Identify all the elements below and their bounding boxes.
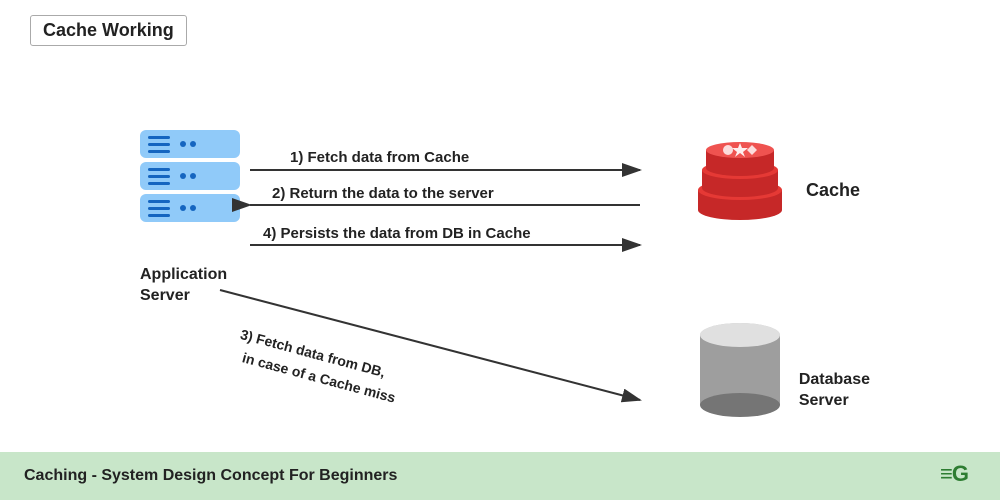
svg-text:≡G: ≡G [940, 461, 968, 486]
cache-label: Cache [806, 180, 860, 201]
cache-icon [695, 135, 785, 225]
svg-text:1) Fetch data from Cache: 1) Fetch data from Cache [290, 149, 469, 166]
db-icon [695, 315, 785, 425]
db-server-label: DatabaseServer [799, 370, 870, 412]
diagram-area: ApplicationServer Cache DatabaseServer [0, 80, 1000, 450]
svg-text:3) Fetch data from DB,: 3) Fetch data from DB, [239, 326, 387, 380]
svg-text:2) Return the data to the serv: 2) Return the data to the server [272, 185, 494, 202]
footer-text: Caching - System Design Concept For Begi… [24, 467, 397, 485]
svg-text:in case of a Cache miss: in case of a Cache miss [241, 349, 398, 405]
footer-bar: Caching - System Design Concept For Begi… [0, 452, 1000, 500]
svg-text:4) Persists the data from DB i: 4) Persists the data from DB in Cache [263, 225, 531, 242]
footer-logo: ≡G [940, 459, 976, 493]
page-title: Cache Working [30, 15, 187, 46]
app-server-icon [140, 130, 240, 222]
app-server-label: ApplicationServer [140, 265, 250, 307]
